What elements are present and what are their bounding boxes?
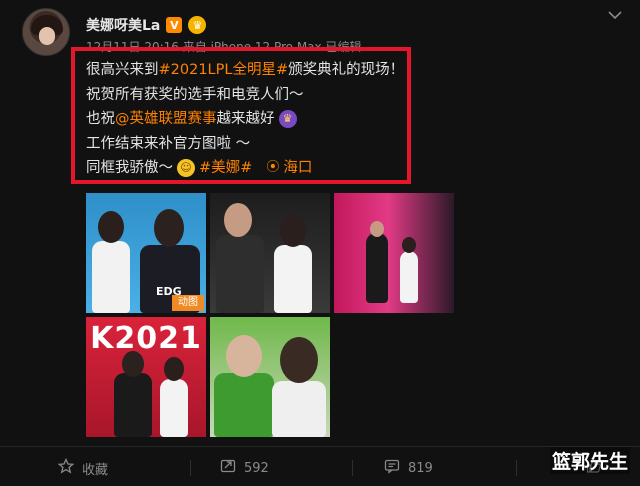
- watermark: 篮郭先生: [549, 447, 630, 474]
- name-row: 美娜呀美La V ♛: [86, 14, 207, 36]
- figure-woman: [274, 245, 312, 313]
- highlight-box: [71, 47, 411, 184]
- figure-head: [370, 221, 384, 237]
- avatar[interactable]: [22, 8, 70, 56]
- figure-host: [216, 235, 264, 313]
- comment-button[interactable]: 819: [384, 450, 433, 486]
- action-divider: [0, 446, 640, 447]
- figure-head: [402, 237, 416, 253]
- figure-woman: [92, 241, 130, 313]
- figure-woman: [272, 381, 326, 437]
- figure-woman: [160, 379, 188, 437]
- repost-icon: [220, 458, 236, 478]
- favorite-button[interactable]: 收藏: [57, 450, 109, 486]
- figure-head: [280, 215, 306, 247]
- repost-count: 592: [244, 460, 269, 476]
- figure-man: [214, 373, 274, 437]
- avatar-face: [39, 27, 55, 45]
- member-crown-icon: ♛: [188, 16, 207, 34]
- verified-badge-icon: V: [166, 17, 183, 33]
- figure-head: [98, 211, 124, 243]
- photo-2[interactable]: [210, 193, 330, 313]
- more-icon[interactable]: [608, 10, 622, 20]
- separator: [516, 460, 517, 476]
- separator: [190, 460, 191, 476]
- weibo-post-card: 美娜呀美La V ♛ 12月11日 20:16 来自 iPhone 12 Pro…: [0, 0, 640, 486]
- separator: [352, 460, 353, 476]
- repost-button[interactable]: 592: [220, 450, 269, 486]
- comment-icon: [384, 458, 400, 478]
- username[interactable]: 美娜呀美La: [86, 15, 160, 35]
- stage-text: K2021: [90, 321, 202, 356]
- photo-3[interactable]: [334, 193, 454, 313]
- figure-head: [224, 203, 252, 237]
- figure-host: [366, 233, 388, 303]
- favorite-icon: [57, 457, 75, 478]
- comment-count: 819: [408, 460, 433, 476]
- figure-head: [154, 209, 184, 247]
- favorite-label: 收藏: [82, 462, 109, 478]
- photo-1[interactable]: EDG 动图: [86, 193, 206, 313]
- photo-4[interactable]: K2021: [86, 317, 206, 437]
- gif-tag: 动图: [172, 295, 204, 311]
- figure-head: [226, 335, 262, 377]
- figure-head: [164, 357, 184, 381]
- figure-woman: [400, 251, 418, 303]
- figure-head: [280, 337, 318, 383]
- action-bar: 收藏 592 819: [0, 450, 640, 486]
- figure-head: [122, 351, 144, 377]
- figure-host: [114, 373, 152, 437]
- photo-5[interactable]: [210, 317, 330, 437]
